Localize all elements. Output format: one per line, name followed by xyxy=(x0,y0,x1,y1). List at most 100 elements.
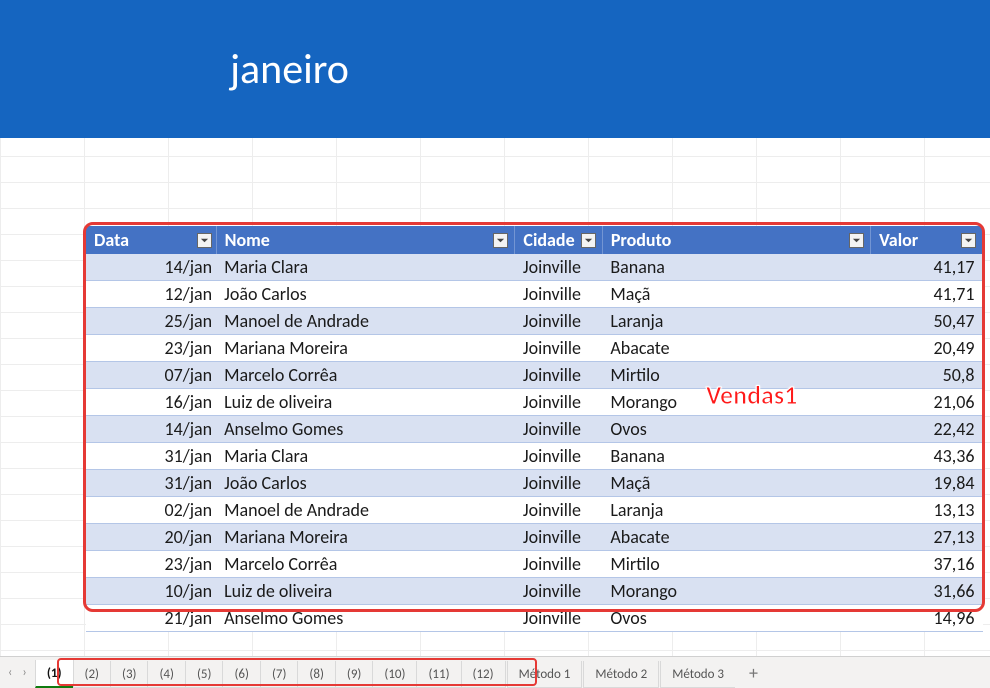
cell-nome[interactable]: Mariana Moreira xyxy=(216,335,515,362)
cell-cidade[interactable]: Joinville xyxy=(515,254,602,281)
sheet-tab[interactable]: (6) xyxy=(222,661,260,688)
cell-data[interactable]: 16/jan xyxy=(86,389,216,416)
cell-cidade[interactable]: Joinville xyxy=(515,578,602,605)
filter-data-button[interactable] xyxy=(197,233,212,248)
cell-cidade[interactable]: Joinville xyxy=(515,281,602,308)
table-row[interactable]: 14/janMaria ClaraJoinvilleBanana41,17 xyxy=(86,254,983,281)
cell-produto[interactable]: Abacate xyxy=(602,335,870,362)
cell-cidade[interactable]: Joinville xyxy=(515,497,602,524)
cell-nome[interactable]: Manoel de Andrade xyxy=(216,497,515,524)
cell-valor[interactable]: 14,96 xyxy=(871,605,983,632)
cell-valor[interactable]: 20,49 xyxy=(871,335,983,362)
tab-scroll-next[interactable]: › xyxy=(22,665,26,680)
cell-produto[interactable]: Laranja xyxy=(602,308,870,335)
cell-nome[interactable]: Luiz de oliveira xyxy=(216,389,515,416)
cell-nome[interactable]: João Carlos xyxy=(216,470,515,497)
table-row[interactable]: 10/janLuiz de oliveiraJoinvilleMorango31… xyxy=(86,578,983,605)
cell-data[interactable]: 20/jan xyxy=(86,524,216,551)
filter-nome-button[interactable] xyxy=(493,233,508,248)
table-row[interactable]: 31/janMaria ClaraJoinvilleBanana43,36 xyxy=(86,443,983,470)
cell-nome[interactable]: Marcelo Corrêa xyxy=(216,551,515,578)
sheet-tab[interactable]: (7) xyxy=(260,661,298,688)
sheet-tab[interactable]: Método 3 xyxy=(660,661,735,688)
table-row[interactable]: 31/janJoão CarlosJoinvilleMaçã19,84 xyxy=(86,470,983,497)
sheet-tab[interactable]: (5) xyxy=(185,661,223,688)
cell-produto[interactable]: Mirtilo xyxy=(602,362,870,389)
cell-data[interactable]: 14/jan xyxy=(86,254,216,281)
cell-valor[interactable]: 50,47 xyxy=(871,308,983,335)
sheet-tab[interactable]: Método 2 xyxy=(583,661,659,688)
cell-nome[interactable]: Anselmo Gomes xyxy=(216,416,515,443)
cell-nome[interactable]: Maria Clara xyxy=(216,443,515,470)
sheet-tab[interactable]: (10) xyxy=(372,661,417,688)
sheet-tab[interactable]: (4) xyxy=(147,661,185,688)
cell-data[interactable]: 12/jan xyxy=(86,281,216,308)
cell-nome[interactable]: João Carlos xyxy=(216,281,515,308)
cell-cidade[interactable]: Joinville xyxy=(515,443,602,470)
cell-produto[interactable]: Morango xyxy=(602,389,870,416)
table-row[interactable]: 25/janManoel de AndradeJoinvilleLaranja5… xyxy=(86,308,983,335)
sheet-tab[interactable]: (11) xyxy=(416,661,461,688)
sheet-tab[interactable]: (9) xyxy=(335,661,373,688)
table-row[interactable]: 12/janJoão CarlosJoinvilleMaçã41,71 xyxy=(86,281,983,308)
cell-data[interactable]: 31/jan xyxy=(86,443,216,470)
sheet-tab[interactable]: (1) xyxy=(35,660,74,688)
cell-valor[interactable]: 37,16 xyxy=(871,551,983,578)
cell-valor[interactable]: 19,84 xyxy=(871,470,983,497)
cell-valor[interactable]: 50,8 xyxy=(871,362,983,389)
sheet-tab[interactable]: (12) xyxy=(461,661,506,688)
cell-produto[interactable]: Maçã xyxy=(602,281,870,308)
cell-produto[interactable]: Ovos xyxy=(602,416,870,443)
table-row[interactable]: 07/janMarcelo CorrêaJoinvilleMirtilo50,8 xyxy=(86,362,983,389)
cell-valor[interactable]: 27,13 xyxy=(871,524,983,551)
cell-produto[interactable]: Maçã xyxy=(602,470,870,497)
cell-cidade[interactable]: Joinville xyxy=(515,362,602,389)
table-row[interactable]: 16/janLuiz de oliveiraJoinvilleMorango21… xyxy=(86,389,983,416)
cell-data[interactable]: 07/jan xyxy=(86,362,216,389)
cell-valor[interactable]: 22,42 xyxy=(871,416,983,443)
cell-valor[interactable]: 13,13 xyxy=(871,497,983,524)
cell-valor[interactable]: 41,71 xyxy=(871,281,983,308)
cell-nome[interactable]: Anselmo Gomes xyxy=(216,605,515,632)
table-row[interactable]: 02/janManoel de AndradeJoinvilleLaranja1… xyxy=(86,497,983,524)
cell-data[interactable]: 23/jan xyxy=(86,551,216,578)
sheet-tab[interactable]: (8) xyxy=(297,661,335,688)
cell-cidade[interactable]: Joinville xyxy=(515,416,602,443)
cell-produto[interactable]: Laranja xyxy=(602,497,870,524)
cell-nome[interactable]: Luiz de oliveira xyxy=(216,578,515,605)
cell-nome[interactable]: Maria Clara xyxy=(216,254,515,281)
cell-nome[interactable]: Manoel de Andrade xyxy=(216,308,515,335)
cell-cidade[interactable]: Joinville xyxy=(515,605,602,632)
cell-data[interactable]: 25/jan xyxy=(86,308,216,335)
cell-data[interactable]: 10/jan xyxy=(86,578,216,605)
cell-nome[interactable]: Mariana Moreira xyxy=(216,524,515,551)
cell-data[interactable]: 21/jan xyxy=(86,605,216,632)
cell-data[interactable]: 02/jan xyxy=(86,497,216,524)
cell-nome[interactable]: Marcelo Corrêa xyxy=(216,362,515,389)
cell-valor[interactable]: 21,06 xyxy=(871,389,983,416)
add-sheet-button[interactable]: + xyxy=(735,657,772,688)
table-row[interactable]: 14/janAnselmo GomesJoinvilleOvos22,42 xyxy=(86,416,983,443)
filter-valor-button[interactable] xyxy=(961,233,976,248)
cell-produto[interactable]: Morango xyxy=(602,578,870,605)
sheet-tab[interactable]: (2) xyxy=(73,661,111,688)
cell-produto[interactable]: Banana xyxy=(602,254,870,281)
sheet-tab[interactable]: (3) xyxy=(110,661,148,688)
cell-produto[interactable]: Banana xyxy=(602,443,870,470)
cell-cidade[interactable]: Joinville xyxy=(515,551,602,578)
cell-valor[interactable]: 41,17 xyxy=(871,254,983,281)
cell-produto[interactable]: Mirtilo xyxy=(602,551,870,578)
table-row[interactable]: 23/janMarcelo CorrêaJoinvilleMirtilo37,1… xyxy=(86,551,983,578)
cell-cidade[interactable]: Joinville xyxy=(515,524,602,551)
cell-data[interactable]: 23/jan xyxy=(86,335,216,362)
cell-data[interactable]: 31/jan xyxy=(86,470,216,497)
cell-cidade[interactable]: Joinville xyxy=(515,470,602,497)
cell-valor[interactable]: 43,36 xyxy=(871,443,983,470)
cell-produto[interactable]: Ovos xyxy=(602,605,870,632)
cell-cidade[interactable]: Joinville xyxy=(515,308,602,335)
cell-cidade[interactable]: Joinville xyxy=(515,389,602,416)
table-row[interactable]: 20/janMariana MoreiraJoinvilleAbacate27,… xyxy=(86,524,983,551)
cell-produto[interactable]: Abacate xyxy=(602,524,870,551)
sheet-tab[interactable]: Método 1 xyxy=(507,661,583,688)
table-row[interactable]: 21/janAnselmo GomesJoinvilleOvos14,96 xyxy=(86,605,983,632)
